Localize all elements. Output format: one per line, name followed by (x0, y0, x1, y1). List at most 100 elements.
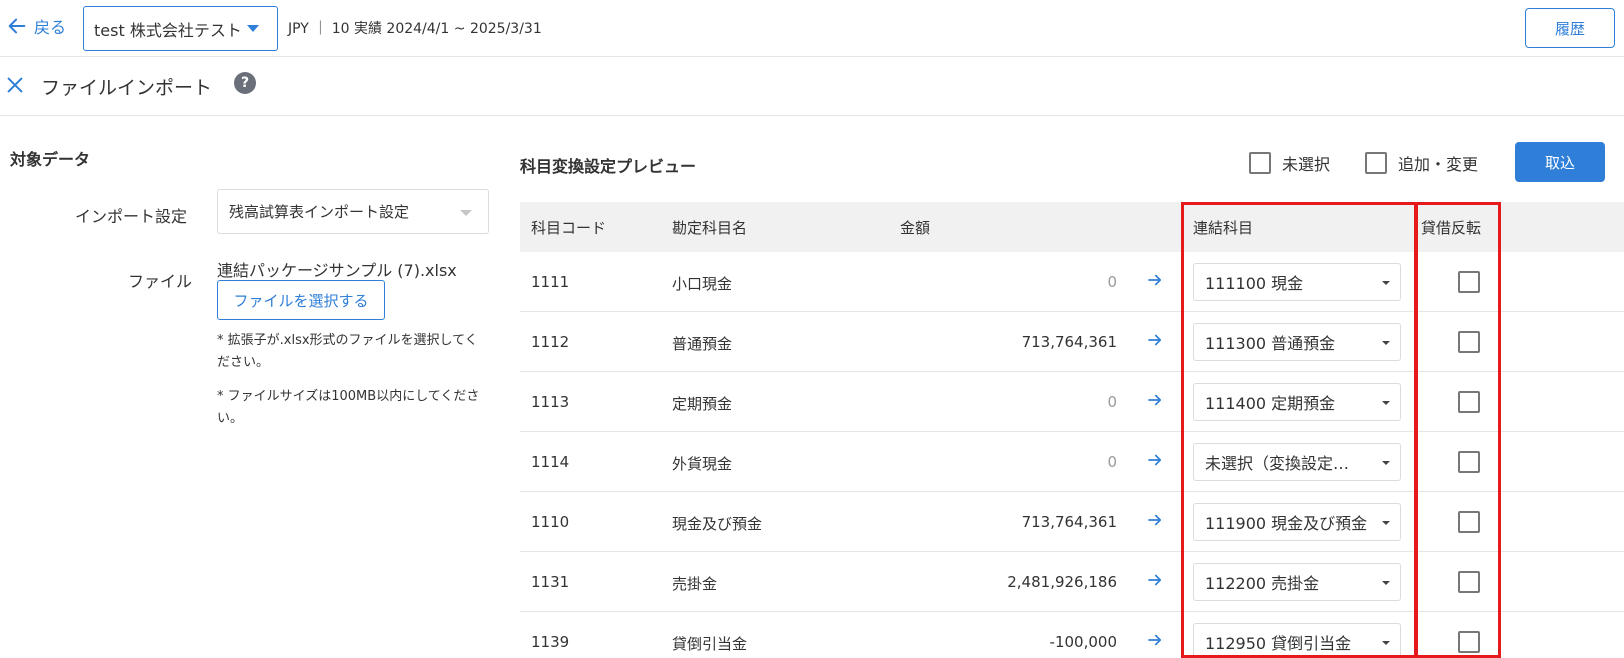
target-data-heading: 対象データ (10, 150, 91, 169)
company-select-value: test 株式会社テスト (94, 20, 242, 40)
account-code: 1114 (531, 453, 570, 471)
consolidated-account-value: 112200 売掛金 (1205, 574, 1320, 593)
arrow-right-icon (1148, 274, 1162, 286)
table-row: 1110 現金及び預金 713,764,361 111900 現金及び預金 (520, 492, 1624, 552)
help-icon[interactable]: ? (234, 72, 256, 94)
amount: 0 (1107, 273, 1117, 291)
arrow-left-icon (8, 18, 26, 34)
arrow-right-icon (1148, 334, 1162, 346)
arrow-right-icon (1148, 574, 1162, 586)
account-name: 普通預金 (672, 335, 733, 353)
account-name: 外貨現金 (672, 455, 733, 473)
import-setting-value: 残高試算表インポート設定 (229, 203, 410, 221)
consolidated-account-value: 111300 普通預金 (1205, 334, 1336, 353)
checkbox-icon (1249, 152, 1271, 174)
table-row: 1139 貸倒引当金 -100,000 112950 貸倒引当金 (520, 612, 1624, 658)
legend-added-changed[interactable]: 追加・変更 (1365, 151, 1478, 175)
import-setting-label: インポート設定 (75, 207, 188, 226)
consolidated-account-select[interactable]: 未選択（変換設定… (1193, 443, 1401, 481)
arrow-right-icon (1148, 394, 1162, 406)
mapping-table: 科目コード 勘定科目名 金額 連結科目 貸借反転 1111 小口現金 0 111… (520, 202, 1624, 658)
account-name: 小口現金 (672, 275, 733, 293)
preview-title: 科目変換設定プレビュー (520, 157, 697, 176)
file-size-note: * ファイルサイズは100MB以内にしてください。 (217, 389, 480, 426)
caret-down-icon (1382, 341, 1390, 345)
consolidated-account-value: 112950 貸倒引当金 (1205, 634, 1352, 653)
legend-added-changed-label: 追加・変更 (1398, 155, 1479, 174)
reverse-checkbox[interactable] (1458, 391, 1480, 413)
consolidated-account-value: 111100 現金 (1205, 274, 1304, 293)
reverse-checkbox[interactable] (1458, 451, 1480, 473)
col-amount: 金額 (900, 219, 931, 237)
consolidated-account-select[interactable]: 111300 普通預金 (1193, 323, 1401, 361)
history-button[interactable]: 履歴 (1525, 8, 1615, 48)
account-code: 1110 (531, 513, 570, 531)
caret-down-icon (247, 25, 259, 32)
reverse-checkbox[interactable] (1458, 511, 1480, 533)
consolidated-account-select[interactable]: 112200 売掛金 (1193, 563, 1401, 601)
col-reverse: 貸借反転 (1421, 219, 1482, 237)
arrow-right-icon (1148, 634, 1162, 646)
reverse-checkbox[interactable] (1458, 331, 1480, 353)
top-bar: 戻る test 株式会社テスト JPY ｜ 10 実績 2024/4/1 ~ 2… (0, 0, 1624, 57)
period-info: JPY ｜ 10 実績 2024/4/1 ~ 2025/3/31 (288, 21, 542, 37)
table-row: 1131 売掛金 2,481,926,186 112200 売掛金 (520, 552, 1624, 612)
consolidated-account-select[interactable]: 111900 現金及び預金 (1193, 503, 1401, 541)
legend-unselected-label: 未選択 (1282, 155, 1331, 174)
account-name: 貸倒引当金 (672, 635, 748, 653)
reverse-checkbox[interactable] (1458, 571, 1480, 593)
col-name: 勘定科目名 (672, 219, 748, 237)
back-link[interactable]: 戻る (6, 14, 66, 38)
import-setting-select[interactable]: 残高試算表インポート設定 (217, 189, 489, 234)
account-name: 定期預金 (672, 395, 733, 413)
file-extension-note: * 拡張子が.xlsx形式のファイルを選択してください。 (217, 333, 478, 370)
consolidated-account-value: 111400 定期預金 (1205, 394, 1336, 413)
col-consolidated: 連結科目 (1193, 219, 1254, 237)
page-title: ファイルインポート (41, 77, 213, 99)
caret-down-icon (1382, 521, 1390, 525)
caret-down-icon (460, 210, 472, 216)
amount: 0 (1107, 393, 1117, 411)
account-name: 売掛金 (672, 575, 718, 593)
arrow-right-icon (1148, 514, 1162, 526)
caret-down-icon (1382, 401, 1390, 405)
table-header: 科目コード 勘定科目名 金額 連結科目 貸借反転 (520, 202, 1624, 252)
reverse-checkbox[interactable] (1458, 271, 1480, 293)
consolidated-account-value: 111900 現金及び預金 (1205, 514, 1368, 533)
account-code: 1111 (531, 273, 570, 291)
caret-down-icon (1382, 581, 1390, 585)
company-select[interactable]: test 株式会社テスト (83, 6, 278, 51)
consolidated-account-select[interactable]: 111400 定期預金 (1193, 383, 1401, 421)
file-label: ファイル (128, 272, 193, 291)
table-row: 1113 定期預金 0 111400 定期預金 (520, 372, 1624, 432)
close-icon[interactable] (4, 74, 26, 96)
table-row: 1114 外貨現金 0 未選択（変換設定… (520, 432, 1624, 492)
checkbox-icon (1365, 152, 1387, 174)
amount: 0 (1107, 453, 1117, 471)
amount: 713,764,361 (1021, 513, 1117, 531)
account-code: 1113 (531, 393, 570, 411)
caret-down-icon (1382, 461, 1390, 465)
amount: -100,000 (1049, 633, 1117, 651)
caret-down-icon (1382, 641, 1390, 645)
consolidated-account-select[interactable]: 111100 現金 (1193, 263, 1401, 301)
consolidated-account-select[interactable]: 112950 貸倒引当金 (1193, 623, 1401, 658)
file-name: 連結パッケージサンプル (7).xlsx (217, 261, 457, 280)
legend-unselected[interactable]: 未選択 (1249, 151, 1330, 175)
account-code: 1131 (531, 573, 570, 591)
table-row: 1111 小口現金 0 111100 現金 (520, 252, 1624, 312)
import-button[interactable]: 取込 (1515, 142, 1605, 182)
select-file-button[interactable]: ファイルを選択する (217, 280, 385, 320)
col-code: 科目コード (531, 219, 607, 237)
amount: 713,764,361 (1021, 333, 1117, 351)
consolidated-account-value: 未選択（変換設定… (1205, 454, 1350, 473)
back-label: 戻る (34, 18, 67, 37)
amount: 2,481,926,186 (1007, 573, 1117, 591)
table-row: 1112 普通預金 713,764,361 111300 普通預金 (520, 312, 1624, 372)
caret-down-icon (1382, 281, 1390, 285)
reverse-checkbox[interactable] (1458, 631, 1480, 653)
account-code: 1112 (531, 333, 570, 351)
account-code: 1139 (531, 633, 570, 651)
arrow-right-icon (1148, 454, 1162, 466)
title-bar: ファイルインポート ? (0, 57, 1624, 116)
